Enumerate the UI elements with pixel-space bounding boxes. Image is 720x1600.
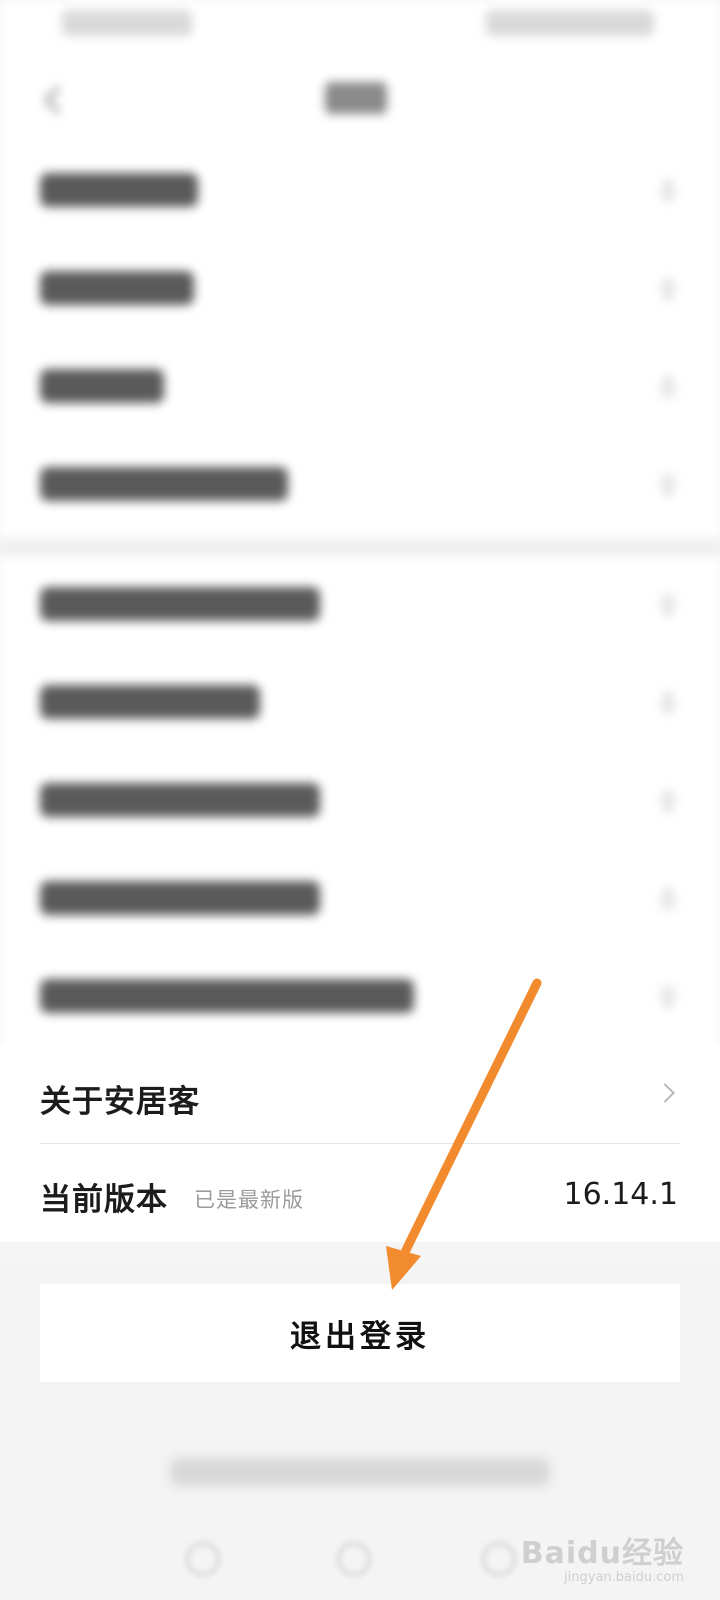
blurred-label xyxy=(40,881,320,915)
chevron-right-icon xyxy=(662,790,674,812)
settings-row-6[interactable] xyxy=(0,654,720,752)
chevron-right-icon xyxy=(662,376,674,398)
status-bar xyxy=(0,0,720,50)
about-row[interactable]: 关于安居客 xyxy=(0,1046,720,1144)
chevron-right-icon xyxy=(662,594,674,616)
settings-row-7[interactable] xyxy=(0,752,720,850)
settings-row-4[interactable] xyxy=(0,436,720,534)
blurred-label xyxy=(40,979,414,1013)
blurred-label xyxy=(40,369,164,403)
chevron-right-icon xyxy=(662,692,674,714)
chevron-right-icon xyxy=(655,1083,675,1103)
chevron-right-icon xyxy=(662,278,674,300)
blurred-label xyxy=(40,467,288,501)
footer-blurred-text xyxy=(170,1458,550,1486)
blurred-settings-area xyxy=(0,0,720,1060)
blurred-label xyxy=(40,173,198,207)
version-row: 当前版本 已是最新版 16.14.1 xyxy=(0,1144,720,1242)
watermark-sub: jingyan.baidu.com xyxy=(564,1570,684,1585)
chevron-right-icon xyxy=(662,180,674,202)
blurred-label xyxy=(40,587,320,621)
section-gap xyxy=(0,538,720,556)
blurred-label xyxy=(40,685,260,719)
status-bar-right-blur xyxy=(486,10,654,36)
chevron-right-icon xyxy=(662,474,674,496)
status-bar-left-blur xyxy=(62,10,192,36)
nav-home-icon[interactable] xyxy=(337,1542,371,1576)
nav-recents-icon[interactable] xyxy=(482,1542,516,1576)
nav-bar xyxy=(0,60,720,140)
logout-button[interactable]: 退出登录 xyxy=(40,1284,680,1382)
version-label: 当前版本 xyxy=(40,1182,168,1218)
page-title-blur xyxy=(325,82,387,114)
version-status: 已是最新版 xyxy=(194,1188,304,1212)
about-label: 关于安居客 xyxy=(40,1084,200,1120)
settings-row-5[interactable] xyxy=(0,556,720,654)
blurred-label xyxy=(40,783,320,817)
settings-row-2[interactable] xyxy=(0,240,720,338)
chevron-right-icon xyxy=(662,986,674,1008)
settings-row-8[interactable] xyxy=(0,850,720,948)
watermark-main: Baidu经验 xyxy=(520,1536,684,1571)
chevron-right-icon xyxy=(662,888,674,910)
watermark: Baidu经验 jingyan.baidu.com xyxy=(521,1528,684,1585)
settings-row-3[interactable] xyxy=(0,338,720,436)
back-arrow-icon[interactable] xyxy=(40,82,66,118)
version-number: 16.14.1 xyxy=(563,1177,678,1212)
settings-row-1[interactable] xyxy=(0,142,720,240)
nav-back-icon[interactable] xyxy=(186,1542,220,1576)
blurred-label xyxy=(40,271,194,305)
settings-row-9[interactable] xyxy=(0,948,720,1046)
logout-label: 退出登录 xyxy=(290,1318,430,1355)
